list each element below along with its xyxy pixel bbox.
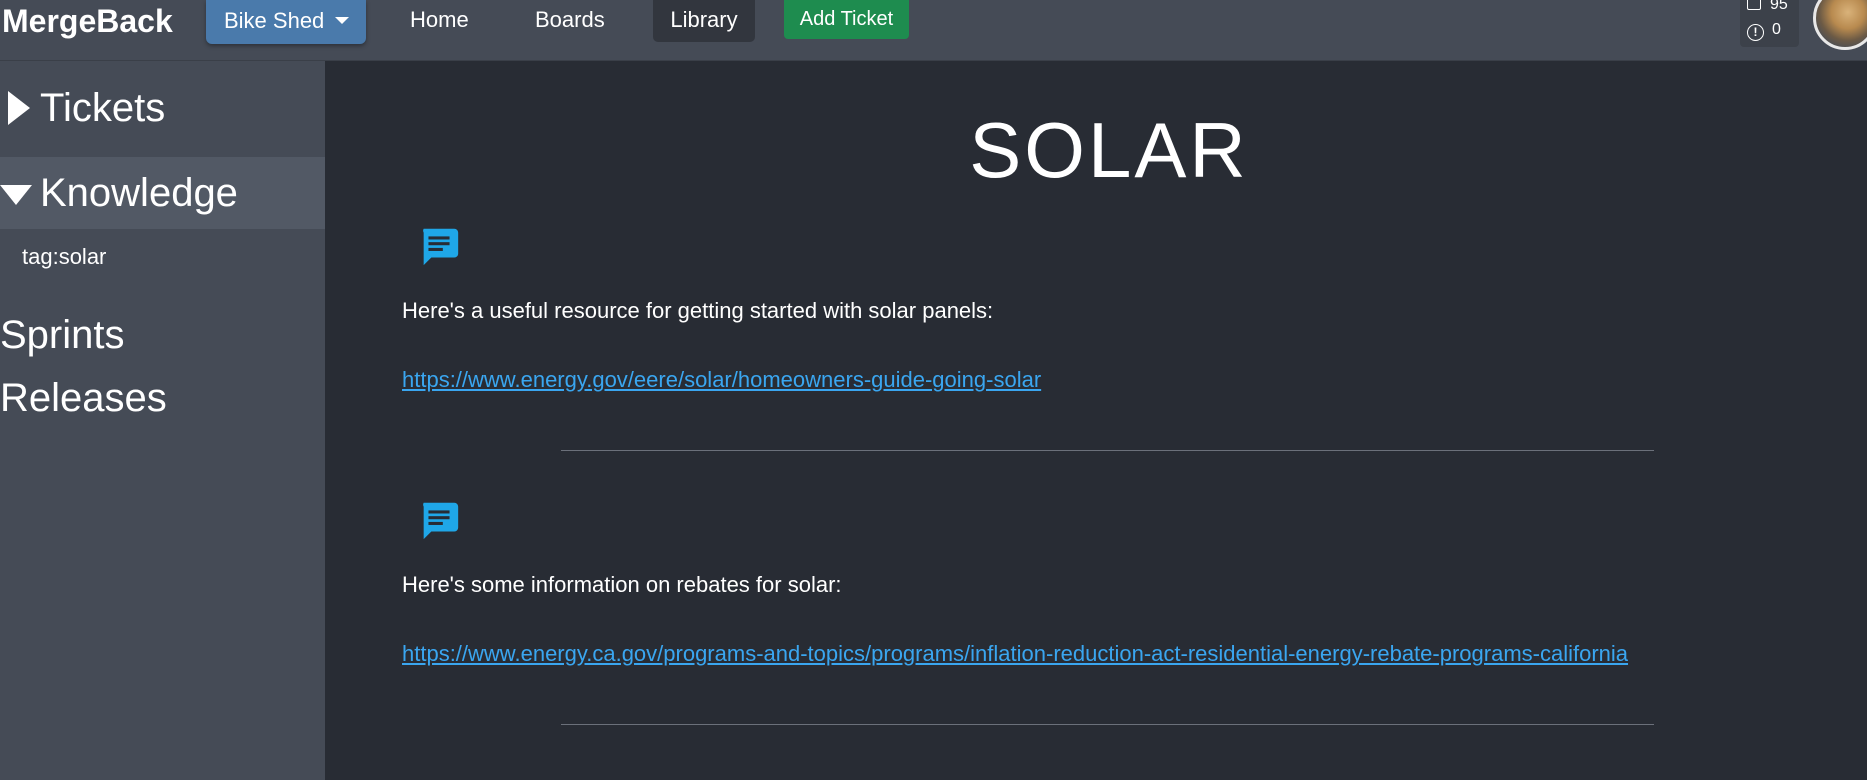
note-text: Here's a useful resource for getting sta… — [402, 298, 994, 323]
caret-down-icon — [0, 185, 32, 205]
sidebar-item-releases[interactable]: Releases — [0, 373, 167, 423]
project-dropdown-label: Bike Shed — [224, 8, 325, 33]
ticket-count-row: 95 — [1747, 0, 1788, 15]
note-text: Here's some information on rebates for s… — [402, 572, 842, 597]
note-link[interactable]: https://www.energy.gov/eere/solar/homeow… — [402, 367, 1041, 393]
note-divider — [561, 724, 1654, 725]
sidebar-item-label: Knowledge — [40, 171, 238, 215]
chat-icon — [423, 228, 459, 266]
avatar[interactable] — [1813, 0, 1867, 50]
alert-icon: ! — [1747, 24, 1764, 41]
chevron-down-icon — [335, 17, 349, 24]
page-title: SOLAR — [969, 106, 1249, 194]
brand-logo[interactable]: MergeBack — [2, 0, 173, 42]
nav-library[interactable]: Library — [653, 0, 755, 42]
project-dropdown-button[interactable]: Bike Shed — [206, 0, 366, 44]
sidebar-item-knowledge[interactable]: Knowledge — [0, 157, 325, 229]
alert-count-row: ! 0 — [1747, 20, 1781, 41]
top-navbar: MergeBack Bike Shed Home Boards Library … — [0, 0, 1867, 61]
alert-count: 0 — [1772, 21, 1781, 38]
sidebar-item-sprints[interactable]: Sprints — [0, 310, 125, 360]
note-divider — [561, 450, 1654, 451]
sidebar-item-tickets[interactable]: Tickets — [0, 83, 325, 133]
ticket-count: 95 — [1770, 0, 1788, 13]
ticket-box-icon — [1747, 0, 1761, 10]
caret-right-icon — [8, 91, 30, 125]
sidebar-item-tag-solar[interactable]: tag:solar — [22, 244, 106, 270]
status-counters[interactable]: 95 ! 0 — [1740, 0, 1799, 47]
nav-boards[interactable]: Boards — [535, 0, 605, 40]
nav-home[interactable]: Home — [410, 0, 469, 40]
sidebar-item-label: Tickets — [40, 86, 166, 130]
add-ticket-button[interactable]: Add Ticket — [784, 0, 909, 39]
chat-icon — [423, 502, 459, 540]
note-link[interactable]: https://www.energy.ca.gov/programs-and-t… — [402, 641, 1628, 667]
sidebar: Tickets Knowledge tag:solar Sprints Rele… — [0, 61, 325, 780]
main-content: SOLAR Here's a useful resource for getti… — [325, 61, 1867, 780]
